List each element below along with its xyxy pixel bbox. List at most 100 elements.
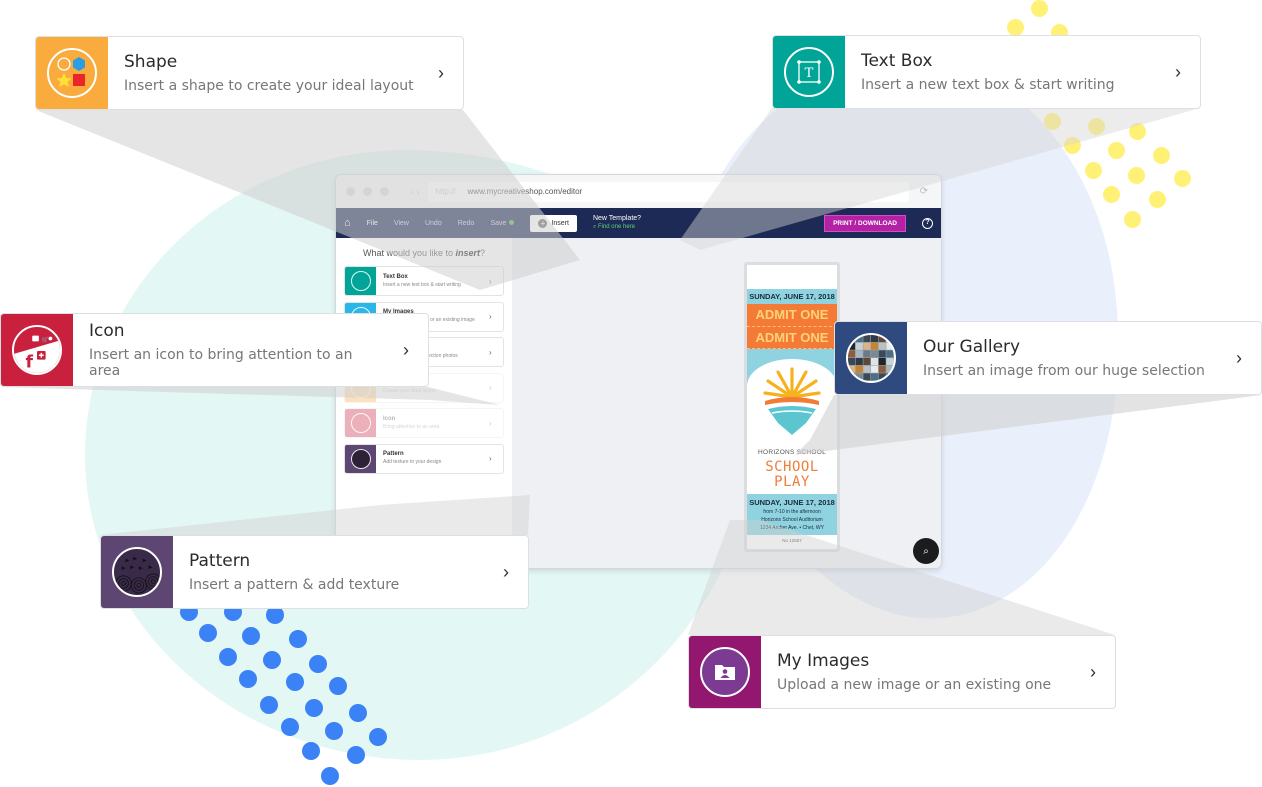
gallery-thumbnail	[848, 342, 856, 350]
text-box-swatch: T	[773, 36, 845, 108]
gallery-thumbnail	[886, 350, 894, 358]
reload-icon[interactable]: ⟳	[917, 186, 931, 197]
browser-chrome: ‹ › http:// www.mycreativeshop.com/edito…	[336, 175, 941, 208]
gallery-thumbnail	[886, 358, 894, 366]
menu-view[interactable]: View	[394, 220, 409, 227]
blue-dot	[260, 696, 278, 714]
insert-button[interactable]: + Insert	[530, 214, 577, 232]
insert-panel-title-prefix: What would you like to	[362, 248, 456, 258]
ticket-number: No 12567	[782, 537, 802, 543]
blue-dot	[263, 651, 281, 669]
ticket-logo-area	[747, 349, 837, 450]
card-desc: Upload a new image or an existing one	[777, 677, 1052, 693]
card-pattern[interactable]: Pattern Insert a pattern & add texture ›	[100, 535, 529, 609]
card-desc: Insert an image from our huge selection	[923, 363, 1205, 379]
card-our-gallery[interactable]: Our Gallery Insert an image from our hug…	[834, 321, 1262, 395]
gallery-thumbnail	[848, 358, 856, 366]
gallery-thumbnail	[871, 358, 879, 366]
menu-file[interactable]: File	[367, 220, 378, 227]
menu-undo[interactable]: Undo	[425, 220, 442, 227]
gallery-thumbnail	[871, 342, 879, 350]
blue-dot	[349, 704, 367, 722]
gallery-thumbnail	[863, 350, 871, 358]
card-my-images[interactable]: My Images Upload a new image or an exist…	[688, 635, 1116, 709]
pattern-swatch	[101, 536, 173, 608]
chevron-right-icon: ›	[489, 347, 492, 357]
gallery-thumbnail	[863, 342, 871, 350]
insert-panel: What would you like to insert? Text Box I…	[336, 238, 512, 568]
chevron-right-icon: ›	[438, 62, 444, 83]
gallery-thumbnail	[863, 335, 871, 343]
window-close-dot[interactable]	[346, 187, 355, 196]
chevron-right-icon: ›	[489, 383, 492, 392]
app-toolbar: ⌂ File View Undo Redo Save + Insert New …	[336, 208, 941, 238]
gallery-thumbnail	[871, 350, 879, 358]
nav-arrows-icon[interactable]: ‹ ›	[411, 187, 420, 197]
yellow-dot	[1128, 167, 1145, 184]
help-icon[interactable]: ?	[922, 217, 933, 229]
my-images-swatch	[689, 636, 761, 708]
window-minimize-dot[interactable]	[363, 187, 372, 196]
gallery-thumbnail	[848, 350, 856, 358]
save-status-dot	[509, 220, 515, 226]
blue-dot	[309, 655, 327, 673]
insert-option-text-box[interactable]: Text Box Insert a new text box & start wr…	[344, 266, 504, 296]
blue-dot	[347, 746, 365, 764]
card-shape[interactable]: Shape Insert a shape to create your idea…	[35, 36, 464, 110]
sunrise-logo-icon	[763, 367, 821, 436]
blue-dot	[219, 648, 237, 666]
ticket-date-top: SUNDAY, JUNE 17, 2018	[747, 289, 837, 304]
blue-dot	[302, 742, 320, 760]
window-maximize-dot[interactable]	[380, 187, 389, 196]
svg-text:f: f	[26, 352, 34, 372]
menu-redo[interactable]: Redo	[458, 220, 475, 227]
gallery-thumbnail	[855, 365, 863, 373]
svg-text:🛒: 🛒	[42, 335, 49, 343]
home-icon[interactable]: ⌂	[344, 217, 351, 229]
option-title: Icon	[383, 415, 396, 422]
print-download-button[interactable]: PRINT / DOWNLOAD	[824, 214, 906, 232]
card-title: My Images	[777, 651, 870, 671]
insert-option-pattern[interactable]: Pattern Add texture to your design ›	[344, 443, 504, 474]
gallery-thumbnail	[878, 373, 886, 381]
design-canvas[interactable]: SUNDAY, JUNE 17, 2018 ADMIT ONE ADMIT ON…	[512, 238, 941, 568]
zoom-button[interactable]: ⌕	[913, 538, 939, 564]
find-template-link-label: Find one here	[597, 223, 635, 230]
option-desc: Create your ideal layout	[383, 388, 436, 395]
card-desc: Insert a pattern & add texture	[189, 577, 400, 593]
gallery-thumbnail	[886, 342, 894, 350]
ticket-admit-2: ADMIT ONE	[747, 326, 837, 350]
card-text-box[interactable]: T Text Box Insert a new text box & start…	[772, 35, 1201, 109]
yellow-dot	[1007, 19, 1024, 36]
ticket-school-name: HORIZONS SCHOOL	[757, 449, 827, 457]
text-box-icon	[345, 267, 376, 295]
yellow-dot	[1044, 113, 1061, 130]
gallery-thumbnail	[855, 342, 863, 350]
blue-dot	[281, 718, 299, 736]
icon-icon: 🛒 f	[12, 325, 62, 375]
new-template-title: New Template?	[592, 214, 642, 222]
menu-save[interactable]: Save	[490, 220, 515, 227]
ticket-design[interactable]: SUNDAY, JUNE 17, 2018 ADMIT ONE ADMIT ON…	[744, 262, 840, 552]
icon-swatch: 🛒 f	[1, 314, 73, 386]
ticket-venue: Horizons School Auditorium	[761, 516, 823, 523]
url-bar[interactable]: http:// www.mycreativeshop.com/editor	[427, 181, 909, 202]
text-box-icon: T	[784, 47, 834, 97]
chevron-right-icon: ›	[489, 454, 492, 463]
blue-dot	[369, 728, 387, 746]
ticket-date-bottom: SUNDAY, JUNE 17, 2018	[749, 497, 835, 507]
gallery-thumbnail	[878, 365, 886, 373]
gallery-thumbnail	[871, 365, 879, 373]
insert-option-icon[interactable]: Icon Bring attention to an area ›	[344, 408, 504, 438]
card-icon[interactable]: 🛒 f Icon Insert an icon to bring attenti…	[0, 313, 429, 387]
blue-dot	[289, 630, 307, 648]
pattern-icon	[345, 444, 376, 473]
ticket-time: from 7-10 in the afternoon	[763, 508, 821, 515]
card-title: Pattern	[189, 551, 251, 571]
yellow-dot	[1085, 162, 1102, 179]
gallery-thumbnail	[848, 365, 856, 373]
editor-area: What would you like to insert? Text Box I…	[336, 238, 941, 568]
find-template-link[interactable]: ⌕ Find one here	[593, 224, 641, 232]
gallery-thumbnail	[863, 358, 871, 366]
pattern-icon	[112, 547, 162, 597]
